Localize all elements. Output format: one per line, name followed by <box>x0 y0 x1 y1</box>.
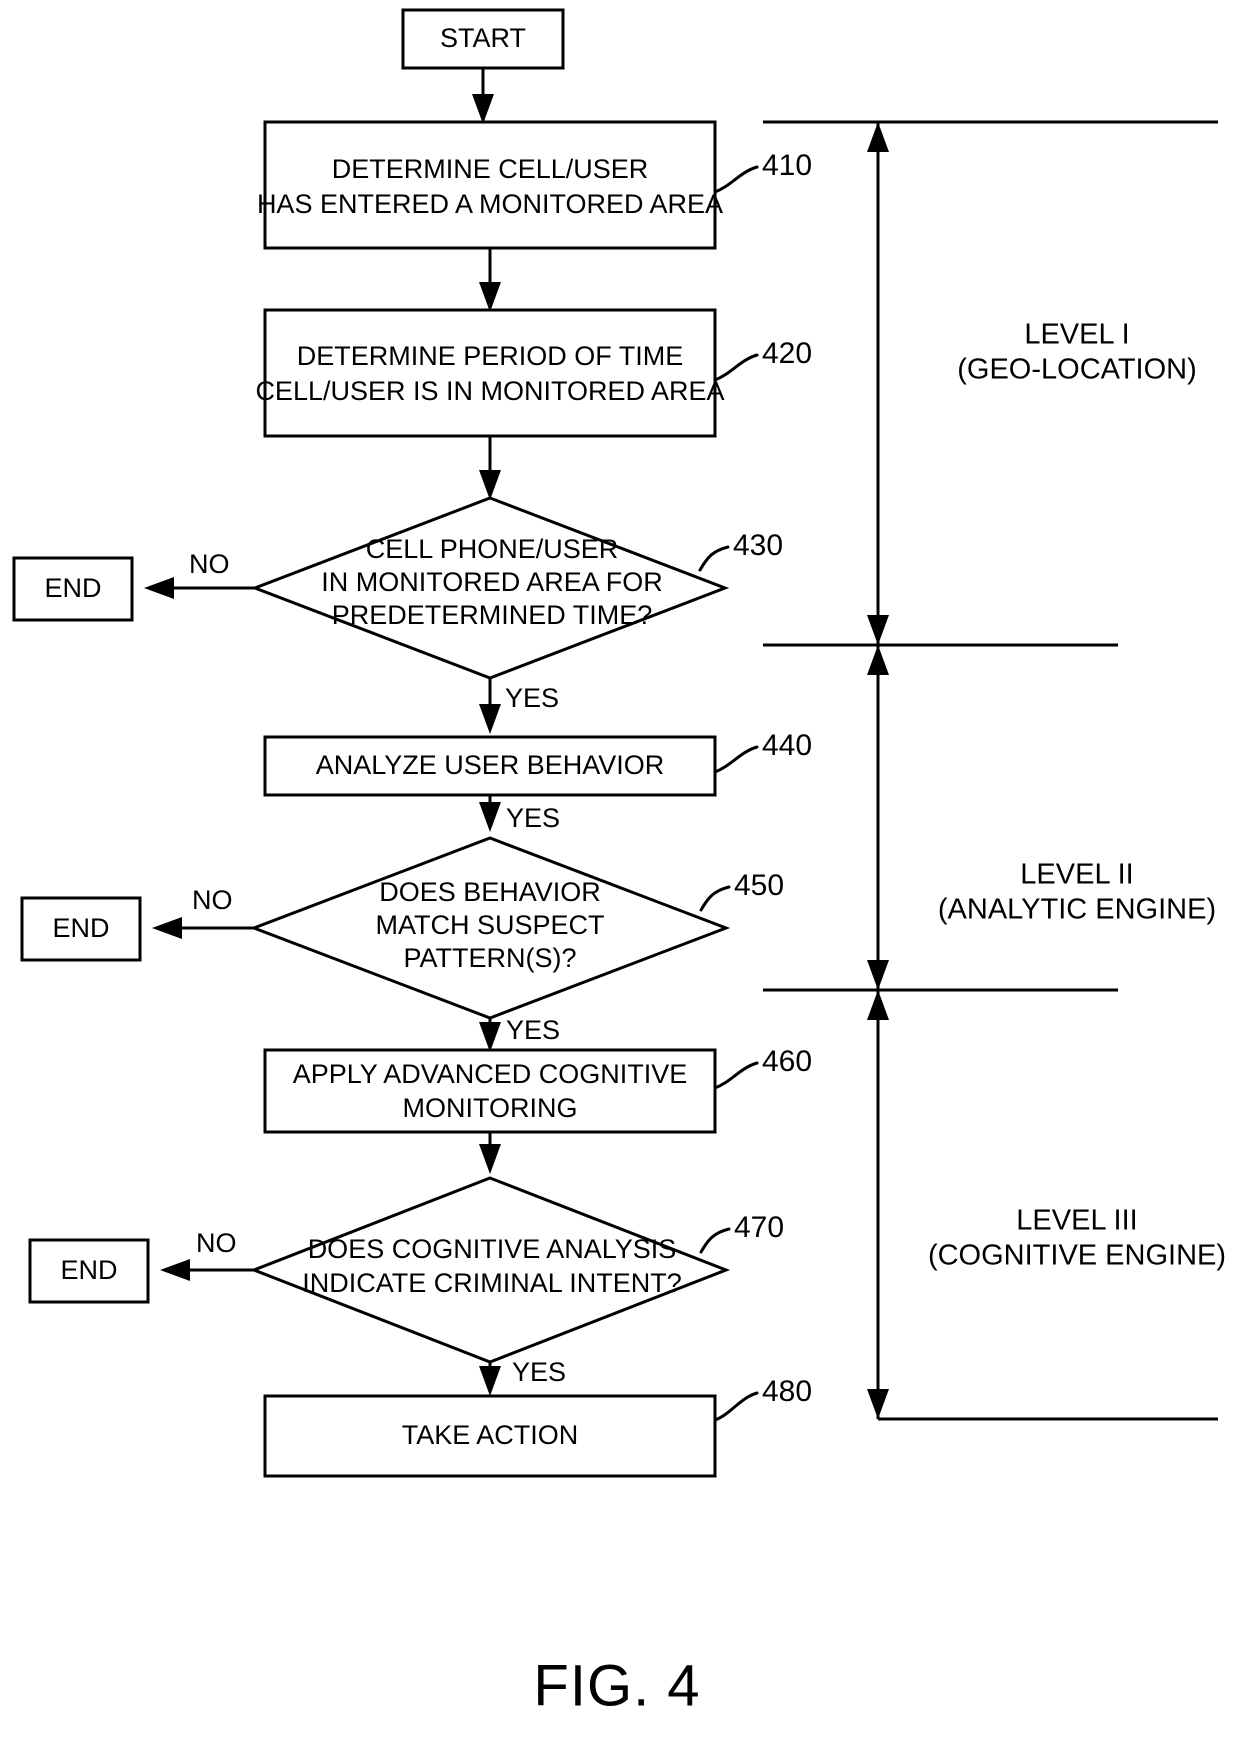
level-1-label-line2: (GEO-LOCATION) <box>957 354 1197 386</box>
node-end-3-label: END <box>60 1255 117 1285</box>
arrowhead-470-no <box>160 1259 190 1281</box>
leader-430 <box>698 545 730 572</box>
level-3-label-line2: (COGNITIVE ENGINE) <box>928 1240 1226 1272</box>
level-i-arrow-up <box>867 122 889 152</box>
node-end-1-label: END <box>44 573 101 603</box>
node-410-line1: DETERMINE CELL/USER <box>332 154 649 184</box>
level-iii-arrow-up <box>867 990 889 1020</box>
leader-460 <box>713 1061 759 1090</box>
node-430-line3: PREDETERMINED TIME? <box>332 600 653 630</box>
level-i-arrow-down <box>867 615 889 645</box>
level-ii-arrow-down <box>867 960 889 990</box>
node-420 <box>263 308 717 438</box>
leader-480 <box>713 1391 759 1422</box>
arrowhead-430-yes <box>479 704 501 734</box>
node-430-line2: IN MONITORED AREA FOR <box>321 567 663 597</box>
edge-label-450-yes: YES <box>506 1015 560 1045</box>
ref-450: 450 <box>734 869 784 902</box>
arrowhead-420-to-430 <box>479 470 501 500</box>
level-3-label-line1: LEVEL III <box>1016 1205 1137 1237</box>
leader-450 <box>699 885 731 912</box>
flowchart-diagram: START DETERMINE CELL/USER HAS ENTERED A … <box>12 8 1226 1718</box>
node-470-line1: DOES COGNITIVE ANALYSIS <box>308 1234 677 1264</box>
ref-470: 470 <box>734 1211 784 1244</box>
node-450-line3: PATTERN(S)? <box>403 943 576 973</box>
node-450-line1: DOES BEHAVIOR <box>379 877 601 907</box>
figure-caption: FIG. 4 <box>533 1653 700 1718</box>
ref-480: 480 <box>762 1375 812 1408</box>
arrowhead-450-yes <box>479 1022 501 1052</box>
leader-470 <box>699 1227 731 1254</box>
node-450-line2: MATCH SUSPECT <box>375 910 604 940</box>
node-480-line1: TAKE ACTION <box>402 1420 579 1450</box>
level-2-label-line2: (ANALYTIC ENGINE) <box>938 894 1216 926</box>
node-start-label: START <box>440 23 526 53</box>
ref-460: 460 <box>762 1045 812 1078</box>
arrowhead-start-to-410 <box>472 94 494 124</box>
ref-420: 420 <box>762 337 812 370</box>
node-460-line1: APPLY ADVANCED COGNITIVE <box>293 1059 688 1089</box>
arrowhead-470-yes <box>479 1366 501 1396</box>
node-430-line1: CELL PHONE/USER <box>366 534 619 564</box>
edge-label-470-yes: YES <box>512 1357 566 1387</box>
ref-440: 440 <box>762 729 812 762</box>
level-1-label-line1: LEVEL I <box>1024 319 1129 351</box>
edge-label-450-no: NO <box>192 885 233 915</box>
arrowhead-460-to-470 <box>479 1144 501 1174</box>
ref-430: 430 <box>733 529 783 562</box>
node-460-line2: MONITORING <box>403 1093 578 1123</box>
leader-440 <box>713 745 759 774</box>
ref-410: 410 <box>762 149 812 182</box>
leader-420 <box>713 353 759 382</box>
patent-figure-4: START DETERMINE CELL/USER HAS ENTERED A … <box>0 0 1240 1743</box>
leader-410 <box>713 165 759 194</box>
node-420-line2: CELL/USER IS IN MONITORED AREA <box>255 376 724 406</box>
arrowhead-410-to-420 <box>479 282 501 312</box>
node-410 <box>263 120 717 250</box>
node-410-line2: HAS ENTERED A MONITORED AREA <box>257 189 723 219</box>
edge-label-440-yes: YES <box>506 803 560 833</box>
edge-label-470-no: NO <box>196 1228 237 1258</box>
level-2-label-line1: LEVEL II <box>1020 859 1133 891</box>
arrowhead-430-no <box>144 577 174 599</box>
node-440-line1: ANALYZE USER BEHAVIOR <box>316 750 665 780</box>
arrowhead-450-no <box>152 917 182 939</box>
node-420-line1: DETERMINE PERIOD OF TIME <box>297 341 684 371</box>
node-end-2-label: END <box>52 913 109 943</box>
edge-label-430-no: NO <box>189 549 230 579</box>
node-470-line2: INDICATE CRIMINAL INTENT? <box>302 1268 682 1298</box>
level-iii-arrow-down <box>867 1389 889 1419</box>
level-ii-arrow-up <box>867 645 889 675</box>
arrowhead-440-to-450 <box>479 802 501 832</box>
edge-label-430-yes: YES <box>505 683 559 713</box>
